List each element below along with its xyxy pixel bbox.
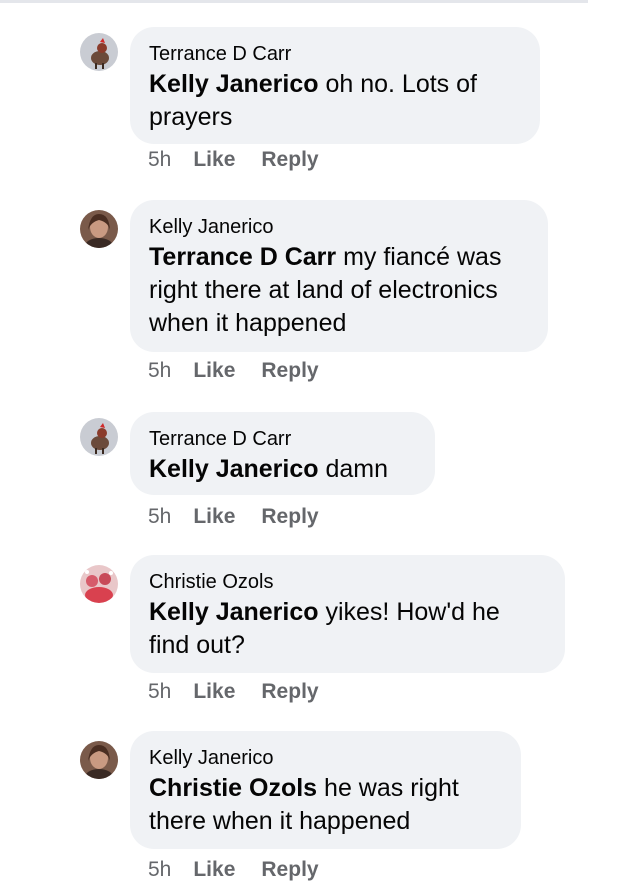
mention-link[interactable]: Kelly Janerico (149, 70, 319, 98)
comment-actions: 5h Like Reply (148, 504, 345, 530)
comment-bubble: Kelly Janerico Christie Ozols he was rig… (130, 731, 521, 849)
comment-body: damn (318, 455, 389, 483)
comment-author[interactable]: Kelly Janerico (149, 745, 502, 771)
comment-author[interactable]: Christie Ozols (149, 569, 546, 595)
like-button[interactable]: Like (193, 858, 235, 881)
reply-button[interactable]: Reply (261, 680, 318, 703)
like-button[interactable]: Like (193, 148, 235, 171)
comment-bubble: Christie Ozols Kelly Janerico yikes! How… (130, 555, 565, 673)
mention-link[interactable]: Christie Ozols (149, 774, 317, 802)
comment-text: Christie Ozols he was right there when i… (149, 772, 502, 838)
timestamp[interactable]: 5h (148, 148, 171, 171)
reply-button[interactable]: Reply (261, 505, 318, 528)
timestamp[interactable]: 5h (148, 680, 171, 703)
reply-button[interactable]: Reply (261, 858, 318, 881)
mention-link[interactable]: Terrance D Carr (149, 243, 336, 271)
comment-actions: 5h Like Reply (148, 147, 345, 173)
like-button[interactable]: Like (193, 680, 235, 703)
rooster-avatar[interactable] (80, 418, 118, 456)
comment-author[interactable]: Kelly Janerico (149, 214, 529, 240)
pink-group-avatar[interactable] (80, 565, 118, 603)
comment-actions: 5h Like Reply (148, 857, 345, 883)
reply-button[interactable]: Reply (261, 148, 318, 171)
rooster-avatar[interactable] (80, 33, 118, 71)
comment-actions: 5h Like Reply (148, 358, 345, 384)
comment-text: Kelly Janerico yikes! How'd he find out? (149, 596, 546, 662)
comment-text: Terrance D Carr my fiancé was right ther… (149, 241, 529, 340)
comment-text: Kelly Janerico damn (149, 453, 416, 486)
top-divider (0, 0, 588, 3)
comment-bubble: Terrance D Carr Kelly Janerico oh no. Lo… (130, 27, 540, 144)
like-button[interactable]: Like (193, 359, 235, 382)
woman-portrait-avatar[interactable] (80, 210, 118, 248)
comment-actions: 5h Like Reply (148, 679, 345, 705)
comment-bubble: Terrance D Carr Kelly Janerico damn (130, 412, 435, 495)
timestamp[interactable]: 5h (148, 359, 171, 382)
like-button[interactable]: Like (193, 505, 235, 528)
reply-button[interactable]: Reply (261, 359, 318, 382)
mention-link[interactable]: Kelly Janerico (149, 598, 319, 626)
mention-link[interactable]: Kelly Janerico (149, 455, 319, 483)
comment-text: Kelly Janerico oh no. Lots of prayers (149, 68, 521, 134)
comment-author[interactable]: Terrance D Carr (149, 426, 416, 452)
comment-bubble: Kelly Janerico Terrance D Carr my fiancé… (130, 200, 548, 352)
woman-portrait-avatar[interactable] (80, 741, 118, 779)
timestamp[interactable]: 5h (148, 858, 171, 881)
comment-author[interactable]: Terrance D Carr (149, 41, 521, 67)
timestamp[interactable]: 5h (148, 505, 171, 528)
